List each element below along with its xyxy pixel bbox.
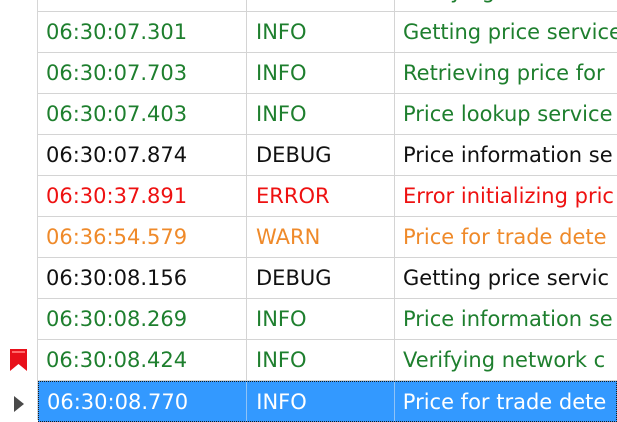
log-row[interactable]: 06:30:08.269 INFO Price information se [38, 299, 617, 340]
level-cell[interactable]: INFO [247, 340, 395, 380]
message-cell[interactable]: Price lookup service [395, 94, 617, 134]
message-cell[interactable]: Price for trade dete [395, 217, 617, 257]
level-cell[interactable]: INFO [247, 382, 395, 421]
time-cell[interactable]: 06:36:54.579 [38, 217, 247, 257]
message-cell[interactable]: Verifying network connection [395, 0, 617, 11]
log-row[interactable]: 06:30:08.770 INFO Price for trade dete [38, 381, 617, 422]
log-row[interactable]: 06:30:07.874 DEBUG Price information se [38, 135, 617, 176]
log-row[interactable]: 06:30:37.891 ERROR Error initializing pr… [38, 176, 617, 217]
log-row[interactable]: 06:30:08.424 INFO Verifying network c [38, 340, 617, 381]
time-cell[interactable]: 06:30:07.874 [38, 135, 247, 175]
log-grid[interactable]: 06:30:06.802 INFO Verifying network conn… [38, 0, 617, 422]
time-cell[interactable]: 06:30:07.403 [38, 94, 247, 134]
time-cell[interactable]: 06:30:08.424 [38, 340, 247, 380]
time-cell[interactable]: 06:30:08.269 [38, 299, 247, 339]
time-cell[interactable]: 06:30:06.802 [38, 0, 247, 11]
bookmark-flag-icon[interactable] [9, 349, 28, 371]
message-cell[interactable]: Price for trade dete [395, 382, 616, 421]
level-cell[interactable]: INFO [247, 53, 395, 93]
level-cell[interactable]: INFO [247, 12, 395, 52]
time-cell[interactable]: 06:30:07.301 [38, 12, 247, 52]
log-row[interactable]: 06:30:07.703 INFO Retrieving price for [38, 53, 617, 94]
level-cell[interactable]: INFO [247, 94, 395, 134]
level-cell[interactable]: DEBUG [247, 258, 395, 298]
message-cell[interactable]: Retrieving price for [395, 53, 617, 93]
message-cell[interactable]: Getting price servic [395, 258, 617, 298]
time-cell[interactable]: 06:30:08.770 [39, 382, 248, 421]
level-cell[interactable]: INFO [247, 299, 395, 339]
level-cell[interactable]: DEBUG [247, 135, 395, 175]
level-cell[interactable]: WARN [247, 217, 395, 257]
message-cell[interactable]: Error initializing pric [395, 176, 617, 216]
row-pointer-arrow-icon [14, 396, 24, 412]
time-cell[interactable]: 06:30:08.156 [38, 258, 247, 298]
message-cell[interactable]: Verifying network c [395, 340, 617, 380]
log-row[interactable]: 06:30:08.156 DEBUG Getting price servic [38, 258, 617, 299]
message-cell[interactable]: Price information se [395, 135, 617, 175]
message-cell[interactable]: Getting price service [395, 12, 617, 52]
log-row[interactable]: 06:30:06.802 INFO Verifying network conn… [38, 0, 617, 12]
time-cell[interactable]: 06:30:07.703 [38, 53, 247, 93]
log-row[interactable]: 06:30:07.301 INFO Getting price service [38, 12, 617, 53]
level-cell[interactable]: ERROR [247, 176, 395, 216]
level-cell[interactable]: INFO [247, 0, 395, 11]
log-row[interactable]: 06:30:07.403 INFO Price lookup service [38, 94, 617, 135]
time-cell[interactable]: 06:30:37.891 [38, 176, 247, 216]
log-row[interactable]: 06:36:54.579 WARN Price for trade dete [38, 217, 617, 258]
message-cell[interactable]: Price information se [395, 299, 617, 339]
